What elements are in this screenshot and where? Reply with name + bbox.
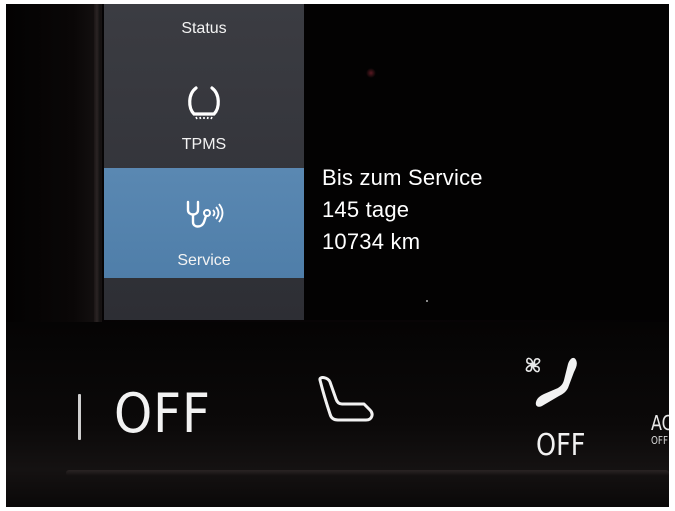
climate-off-button[interactable]: OFF bbox=[114, 382, 211, 445]
temperature-marker bbox=[78, 394, 81, 440]
bezel-edge bbox=[94, 4, 100, 322]
tire-pressure-icon bbox=[104, 82, 304, 127]
screen-glare bbox=[366, 68, 376, 78]
service-info-panel: Bis zum Service 145 tage 10734 km bbox=[322, 162, 483, 258]
infotainment-photo: Status TPMS Service Bis zum Service 145 … bbox=[6, 4, 669, 507]
climate-bar: OFF OFF AC OFF bbox=[6, 322, 669, 507]
service-days-remaining: 145 tage bbox=[322, 197, 410, 222]
sidebar-item-service[interactable]: Service bbox=[104, 168, 304, 278]
ac-status-label: OFF bbox=[651, 434, 669, 447]
bezel-ledge bbox=[66, 470, 669, 476]
service-km-remaining: 10734 km bbox=[322, 229, 421, 254]
sidebar-item-label: Status bbox=[181, 20, 227, 37]
seat-ventilation-icon[interactable] bbox=[532, 354, 582, 429]
sidebar-item-tpms[interactable]: TPMS bbox=[104, 72, 304, 164]
screen-dust-speck bbox=[426, 300, 428, 302]
left-bezel bbox=[6, 4, 102, 324]
sidebar-item-status[interactable]: Status bbox=[104, 4, 304, 64]
ac-button[interactable]: AC bbox=[651, 413, 669, 433]
seat-heating-icon[interactable] bbox=[312, 374, 382, 439]
seat-ventilation-off-label: OFF bbox=[536, 428, 586, 463]
sidebar: Status TPMS Service bbox=[104, 4, 304, 320]
center-display: Status TPMS Service Bis zum Service 145 … bbox=[104, 4, 669, 320]
service-stethoscope-icon bbox=[104, 198, 304, 237]
sidebar-item-label: Service bbox=[177, 252, 231, 269]
service-heading: Bis zum Service bbox=[322, 165, 483, 190]
sidebar-item-label: TPMS bbox=[181, 136, 227, 153]
